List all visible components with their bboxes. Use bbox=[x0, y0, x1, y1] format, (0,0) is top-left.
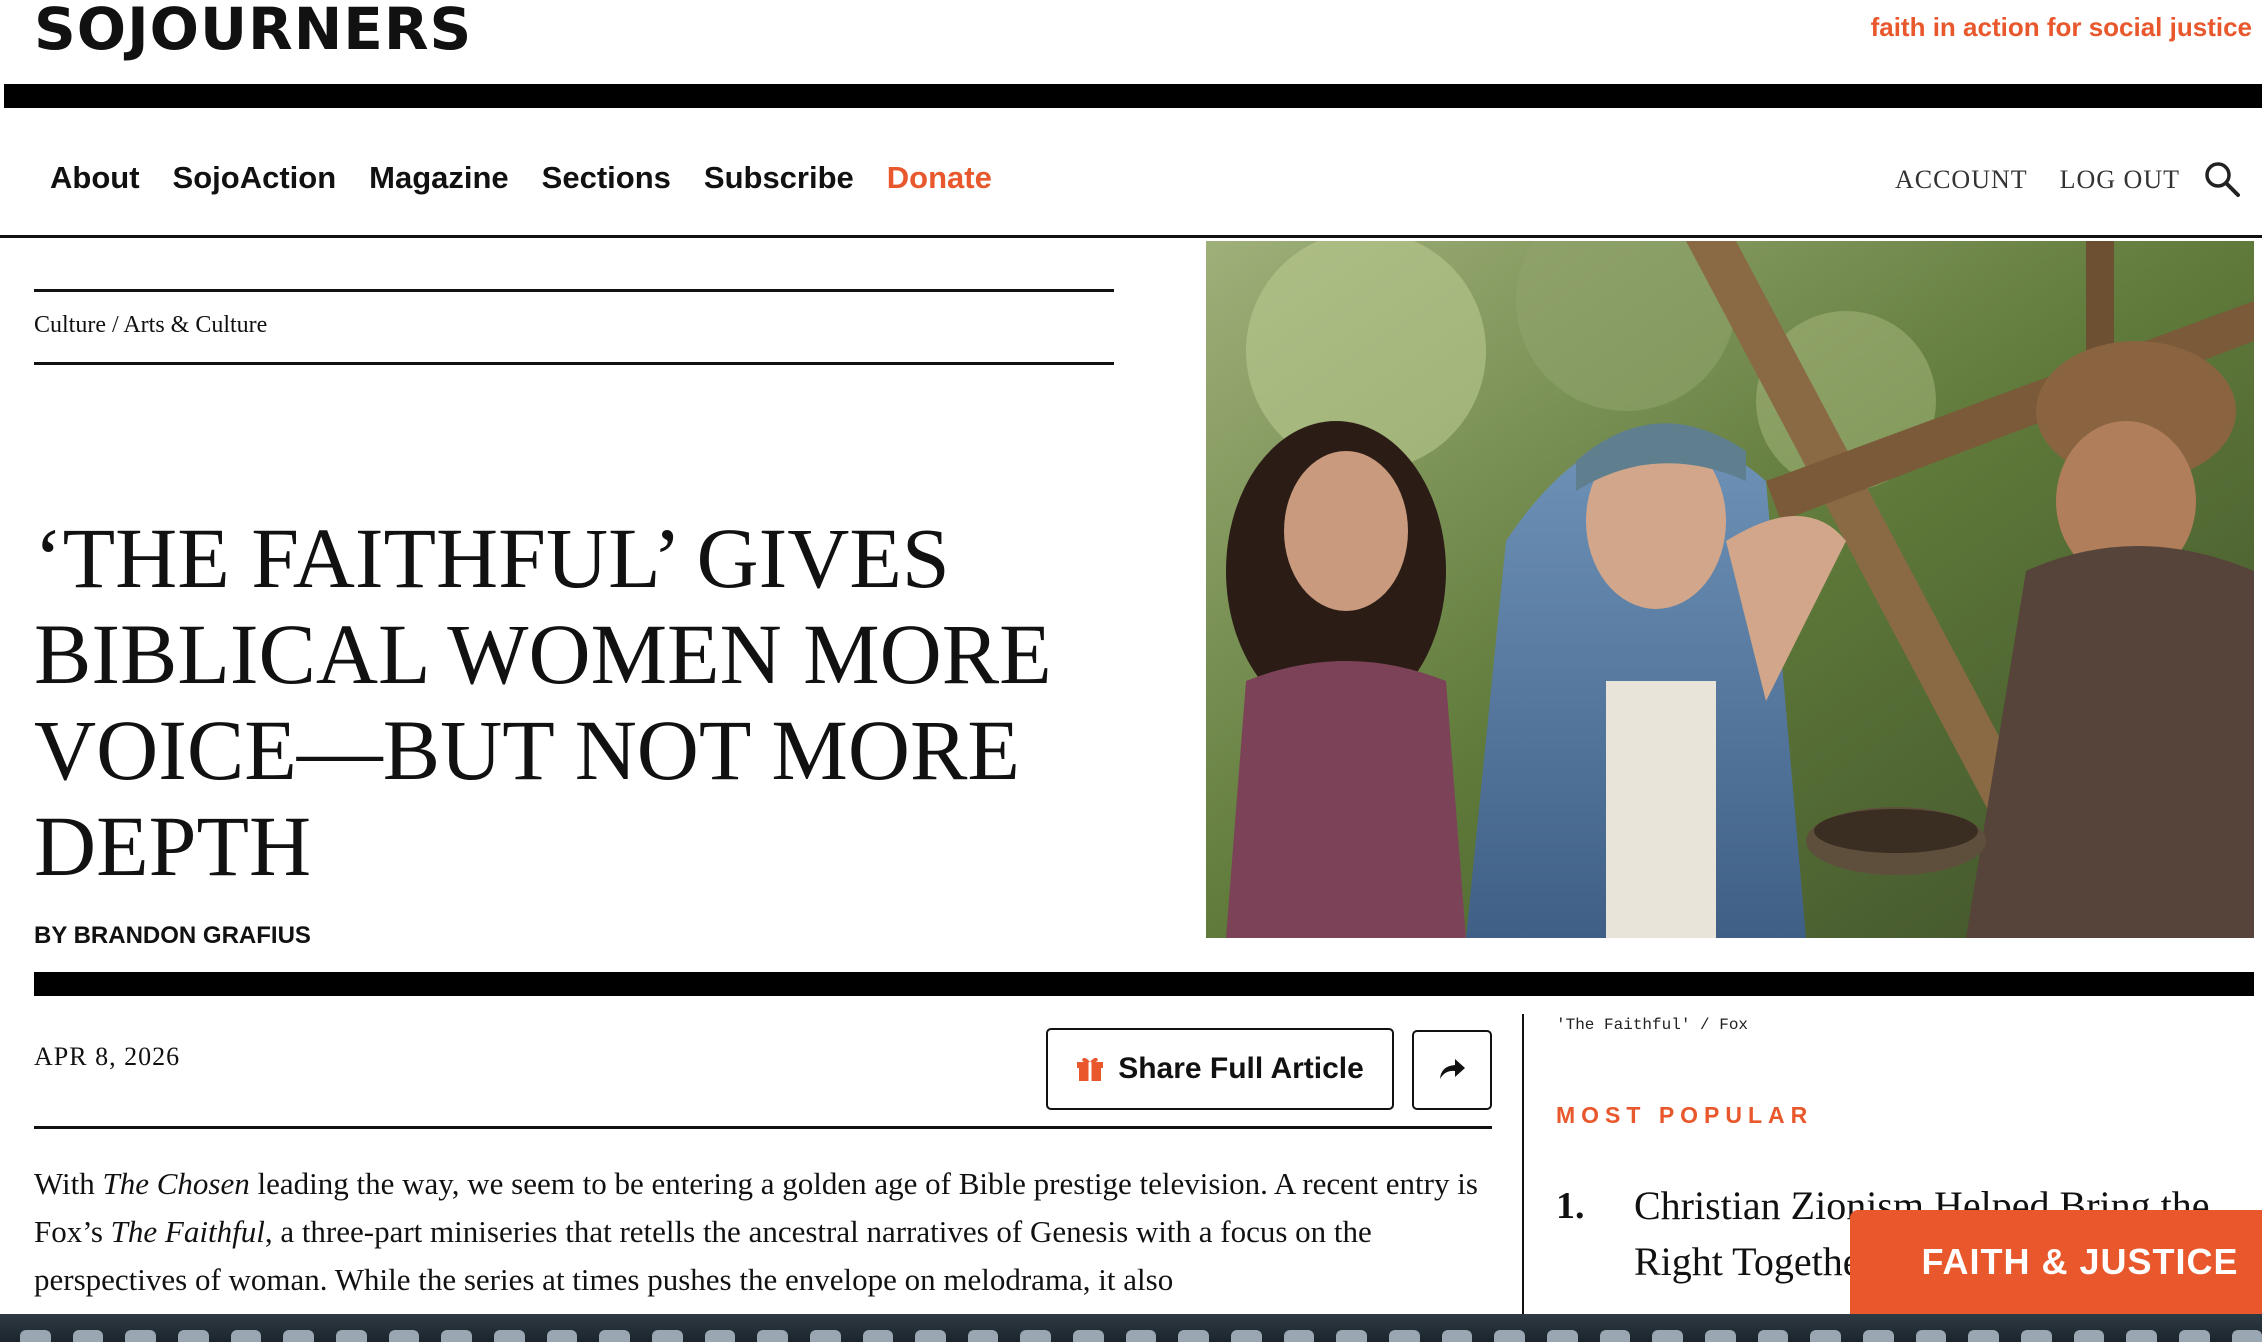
dock-app-icon[interactable] bbox=[125, 1330, 156, 1342]
dock-app-icon[interactable] bbox=[1073, 1330, 1104, 1342]
account-link[interactable]: ACCOUNT bbox=[1895, 165, 2028, 195]
dock-app-icon[interactable] bbox=[1020, 1330, 1052, 1342]
share-button-label: Share Full Article bbox=[1118, 1052, 1364, 1085]
nav-sections[interactable]: Sections bbox=[542, 160, 671, 196]
logout-link[interactable]: LOG OUT bbox=[2060, 165, 2180, 195]
dock-app-icon[interactable] bbox=[651, 1330, 683, 1342]
nav-subscribe[interactable]: Subscribe bbox=[704, 160, 854, 196]
dock-app-icon[interactable] bbox=[704, 1330, 736, 1342]
dock-app-icon[interactable] bbox=[1389, 1330, 1420, 1342]
dock-app-icon[interactable] bbox=[1283, 1330, 1315, 1342]
dock-app-icon[interactable] bbox=[1231, 1330, 1262, 1342]
share-arrow-icon bbox=[1440, 1059, 1465, 1079]
main-nav: About SojoAction Magazine Sections Subsc… bbox=[50, 160, 1025, 196]
dock-app-icon[interactable] bbox=[1705, 1330, 1736, 1342]
nav-magazine[interactable]: Magazine bbox=[369, 160, 509, 196]
dock-app-icon[interactable] bbox=[1441, 1330, 1473, 1342]
dock-app-icon[interactable] bbox=[2126, 1330, 2157, 1342]
share-button[interactable] bbox=[1412, 1030, 1492, 1110]
date-divider bbox=[34, 1126, 1492, 1129]
dock-app-icon[interactable] bbox=[1599, 1330, 1631, 1342]
dock-app-icon[interactable] bbox=[546, 1330, 578, 1342]
dock-app-icon[interactable] bbox=[1810, 1330, 1841, 1342]
dock-app-icon[interactable] bbox=[2020, 1330, 2052, 1342]
image-caption: 'The Faithful' / Fox bbox=[1556, 1016, 1749, 1034]
dock-app-icon[interactable] bbox=[757, 1330, 788, 1342]
dock-app-icon[interactable] bbox=[230, 1330, 262, 1342]
show-title-the-chosen: The Chosen bbox=[102, 1166, 250, 1201]
dock-app-icon[interactable] bbox=[177, 1330, 209, 1342]
account-links: ACCOUNT LOG OUT bbox=[1895, 165, 2180, 195]
site-tagline: faith in action for social justice bbox=[1870, 12, 2252, 42]
gift-icon bbox=[1077, 1057, 1104, 1081]
dock-app-icon[interactable] bbox=[1862, 1330, 1894, 1342]
faith-justice-label: FAITH & JUSTICE bbox=[1921, 1241, 2239, 1282]
nav-sojoaction[interactable]: SojoAction bbox=[173, 160, 337, 196]
article-title: ‘THE FAITHFUL’ GIVES BIBLICAL WOMEN MORE… bbox=[34, 510, 1052, 894]
dock-app-icon[interactable] bbox=[441, 1330, 472, 1342]
dock-app-icon[interactable] bbox=[20, 1330, 51, 1342]
dock-app-icon[interactable] bbox=[388, 1330, 420, 1342]
dock-app-icon[interactable] bbox=[1125, 1330, 1157, 1342]
hero-illustration bbox=[1206, 241, 2254, 938]
nav-divider bbox=[0, 235, 2262, 238]
dock-app-icon[interactable] bbox=[967, 1330, 999, 1342]
breadcrumb[interactable]: Culture / Arts & Culture bbox=[34, 312, 267, 339]
dock-app-icon[interactable] bbox=[1757, 1330, 1789, 1342]
dock-app-icon[interactable] bbox=[1547, 1330, 1578, 1342]
column-divider bbox=[1522, 1014, 1524, 1314]
dock-app-icon[interactable] bbox=[2231, 1330, 2262, 1342]
dock-app-icon[interactable] bbox=[335, 1330, 367, 1342]
dock-app-icon[interactable] bbox=[1968, 1330, 1999, 1342]
dock-app-icon[interactable] bbox=[1178, 1330, 1210, 1342]
dock-app-icon[interactable] bbox=[1336, 1330, 1368, 1342]
show-title-the-faithful: The Faithful bbox=[110, 1214, 265, 1249]
article-body: With The Chosen leading the way, we seem… bbox=[34, 1166, 1478, 1297]
breadcrumb-rule-top bbox=[34, 289, 1114, 292]
breadcrumb-rule-bottom bbox=[34, 362, 1114, 365]
site-logo[interactable]: SOJOURNERS bbox=[34, 0, 472, 58]
share-full-article-button[interactable]: Share Full Article bbox=[1046, 1028, 1394, 1110]
dock-app-icon[interactable] bbox=[809, 1330, 841, 1342]
dock-app-icon[interactable] bbox=[493, 1330, 525, 1342]
dock-app-icon[interactable] bbox=[1915, 1330, 1947, 1342]
dock-app-icon[interactable] bbox=[1494, 1330, 1526, 1342]
dock-app-icon[interactable] bbox=[283, 1330, 314, 1342]
article-byline[interactable]: BY BRANDON GRAFIUS bbox=[34, 922, 311, 950]
dock-app-icon[interactable] bbox=[915, 1330, 946, 1342]
header-bar bbox=[4, 84, 2262, 108]
article-date: APR 8, 2026 bbox=[34, 1042, 181, 1071]
dock-app-icon[interactable] bbox=[2073, 1330, 2105, 1342]
section-divider bbox=[34, 972, 2254, 996]
dock-app-icon[interactable] bbox=[72, 1330, 104, 1342]
dock-icons bbox=[0, 1330, 2262, 1342]
nav-about[interactable]: About bbox=[50, 160, 140, 196]
nav-donate[interactable]: Donate bbox=[887, 160, 992, 196]
search-icon[interactable] bbox=[2202, 159, 2242, 199]
dock-app-icon[interactable] bbox=[1652, 1330, 1683, 1342]
faith-justice-badge[interactable]: FAITH & JUSTICE bbox=[1850, 1210, 2262, 1314]
popular-item-number: 1. bbox=[1556, 1185, 1585, 1227]
most-popular-heading: MOST POPULAR bbox=[1556, 1102, 1814, 1128]
dock-app-icon[interactable] bbox=[862, 1330, 894, 1342]
hero-image bbox=[1206, 241, 2254, 938]
dock-app-icon[interactable] bbox=[2178, 1330, 2210, 1342]
dock-app-icon[interactable] bbox=[599, 1330, 630, 1342]
